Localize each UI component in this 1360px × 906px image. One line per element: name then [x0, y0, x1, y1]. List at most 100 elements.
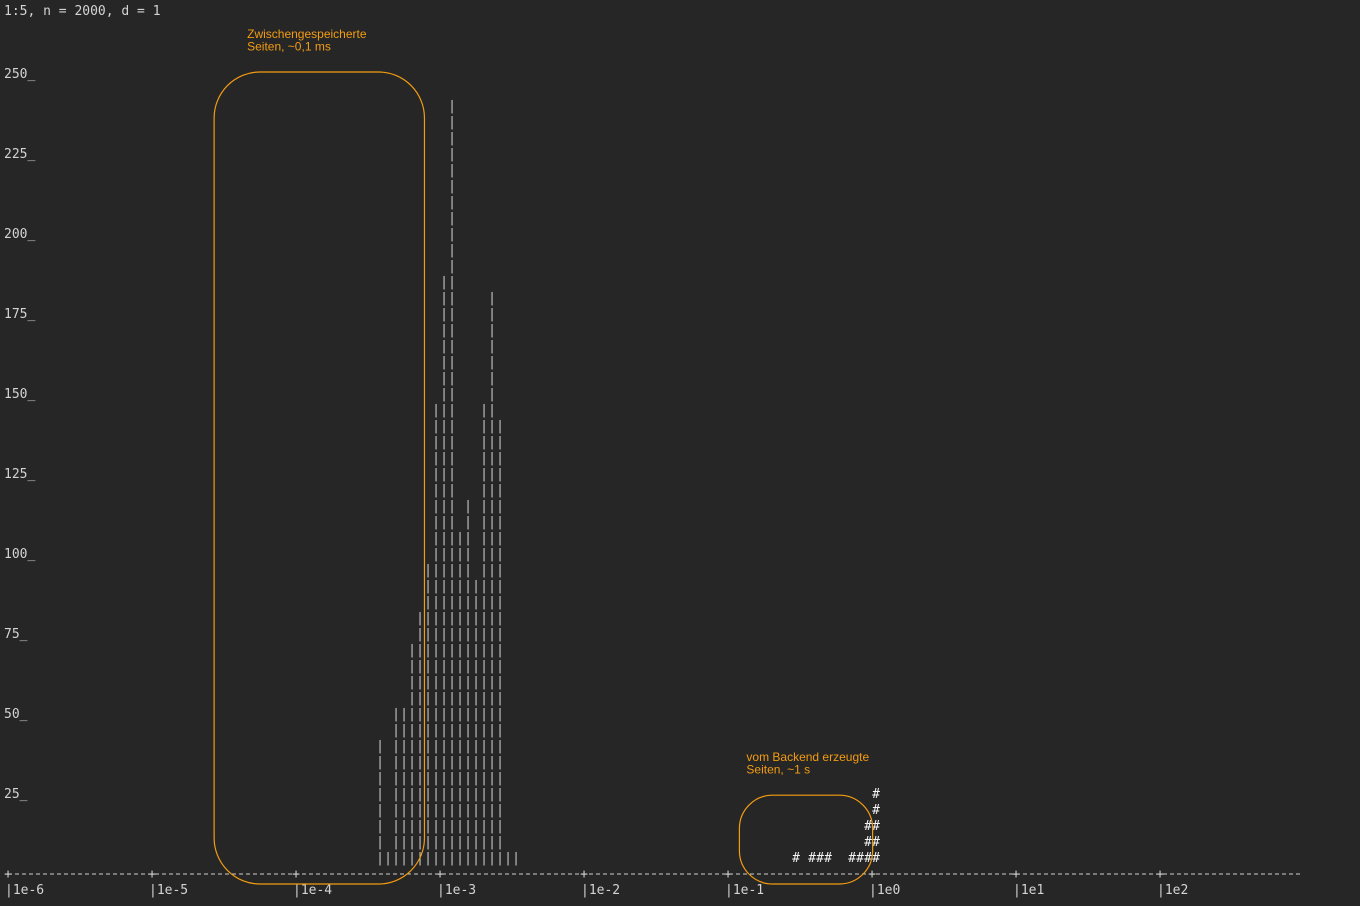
svg-text:|: |: [464, 819, 472, 834]
svg-text:|: |: [432, 419, 440, 434]
svg-text:|: |: [496, 755, 504, 770]
x-axis-tick: +: [868, 867, 876, 882]
svg-text:|: |: [432, 723, 440, 738]
svg-text:|: |: [456, 707, 464, 722]
svg-text:|: |: [464, 643, 472, 658]
hash-bar: #: [824, 851, 832, 866]
svg-text:|: |: [448, 211, 456, 226]
histogram-bar: ||||||||||||||||||||||||||||||||||||||||…: [448, 99, 456, 866]
svg-text:|: |: [448, 755, 456, 770]
x-axis-tick: +: [1156, 867, 1164, 882]
svg-text:|: |: [456, 723, 464, 738]
svg-text:|: |: [496, 531, 504, 546]
svg-text:|: |: [488, 755, 496, 770]
svg-text:|: |: [432, 835, 440, 850]
svg-text:|: |: [424, 627, 432, 642]
svg-text:|: |: [432, 659, 440, 674]
svg-text:|: |: [392, 739, 400, 754]
svg-text:|: |: [400, 819, 408, 834]
svg-text:|: |: [440, 275, 448, 290]
svg-text:|: |: [472, 643, 480, 658]
histogram-bar: ||||||||||||||||: [416, 611, 424, 866]
svg-text:|: |: [480, 787, 488, 802]
svg-text:#: #: [872, 835, 880, 850]
annotation-box: [738, 794, 874, 885]
svg-text:|: |: [448, 179, 456, 194]
svg-text:|: |: [440, 659, 448, 674]
svg-text:|: |: [488, 803, 496, 818]
svg-text:|: |: [448, 147, 456, 162]
svg-text:|: |: [456, 579, 464, 594]
svg-text:|: |: [400, 787, 408, 802]
svg-text:|: |: [464, 499, 472, 514]
svg-text:|: |: [488, 323, 496, 338]
svg-text:|: |: [448, 243, 456, 258]
svg-text:|: |: [456, 659, 464, 674]
svg-text:|: |: [480, 755, 488, 770]
histogram-bar: |||||||||||||||||||||||: [464, 499, 472, 866]
svg-text:|: |: [440, 643, 448, 658]
x-axis-tick: +: [724, 867, 732, 882]
hash-bar: #####: [872, 787, 880, 866]
svg-text:|: |: [400, 755, 408, 770]
svg-text:|: |: [488, 579, 496, 594]
svg-text:|: |: [408, 675, 416, 690]
svg-text:|: |: [424, 771, 432, 786]
histogram-bar: |: [384, 851, 392, 866]
svg-text:|: |: [448, 547, 456, 562]
svg-text:|: |: [424, 787, 432, 802]
svg-text:|: |: [408, 739, 416, 754]
svg-text:|: |: [464, 851, 472, 866]
svg-text:|: |: [448, 307, 456, 322]
svg-text:|: |: [440, 627, 448, 642]
svg-text:|: |: [456, 547, 464, 562]
svg-text:|: |: [440, 403, 448, 418]
svg-text:|: |: [472, 691, 480, 706]
svg-text:|: |: [408, 723, 416, 738]
svg-text:|: |: [488, 627, 496, 642]
histogram-bar: |||||||||||||||||||||: [456, 531, 464, 866]
histogram-bar: |||||||||||||||||||||||||||||: [432, 403, 440, 866]
svg-text:|: |: [448, 195, 456, 210]
svg-text:|: |: [448, 595, 456, 610]
svg-text:|: |: [416, 707, 424, 722]
svg-text:|: |: [448, 323, 456, 338]
svg-text:|: |: [448, 275, 456, 290]
svg-text:|: |: [440, 451, 448, 466]
svg-text:|: |: [432, 499, 440, 514]
svg-text:|: |: [432, 451, 440, 466]
svg-text:|: |: [448, 579, 456, 594]
svg-text:|: |: [440, 835, 448, 850]
svg-text:|: |: [424, 723, 432, 738]
svg-text:|: |: [456, 595, 464, 610]
svg-text:|: |: [440, 531, 448, 546]
svg-text:|: |: [408, 771, 416, 786]
svg-text:|: |: [480, 739, 488, 754]
svg-text:|: |: [424, 803, 432, 818]
svg-text:|: |: [448, 627, 456, 642]
svg-text:|: |: [408, 819, 416, 834]
svg-text:|: |: [464, 675, 472, 690]
svg-text:|: |: [440, 819, 448, 834]
y-tick-label: 225_: [4, 147, 35, 162]
svg-text:|: |: [488, 451, 496, 466]
y-tick-label: 200_: [4, 227, 35, 242]
svg-text:|: |: [432, 563, 440, 578]
svg-text:|: |: [448, 115, 456, 130]
svg-text:|: |: [376, 835, 384, 850]
svg-text:|: |: [480, 451, 488, 466]
svg-text:|: |: [488, 611, 496, 626]
svg-text:|: |: [496, 595, 504, 610]
svg-text:|: |: [480, 595, 488, 610]
svg-text:|: |: [424, 835, 432, 850]
svg-text:|: |: [432, 515, 440, 530]
svg-text:|: |: [464, 515, 472, 530]
svg-text:|: |: [472, 611, 480, 626]
svg-text:|: |: [448, 611, 456, 626]
x-axis-tick: +: [580, 867, 588, 882]
svg-text:|: |: [432, 787, 440, 802]
svg-text:|: |: [488, 691, 496, 706]
svg-text:|: |: [464, 611, 472, 626]
svg-text:|: |: [472, 819, 480, 834]
svg-text:|: |: [456, 643, 464, 658]
